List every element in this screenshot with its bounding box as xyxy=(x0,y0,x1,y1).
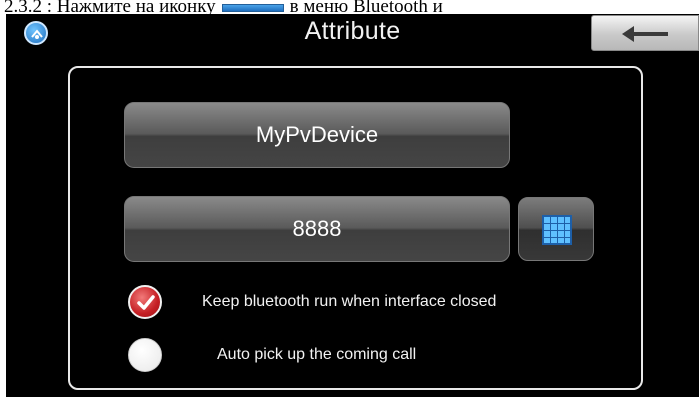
option-keep-bluetooth-run[interactable]: Keep bluetooth run when interface closed xyxy=(128,283,608,321)
attribute-panel: MyPvDevice 8888 Keep bluetooth run when … xyxy=(68,66,643,390)
option-auto-pickup[interactable]: Auto pick up the coming call xyxy=(128,336,528,374)
title-bar: Attribute xyxy=(6,14,699,54)
auto-pickup-checkbox[interactable] xyxy=(128,338,162,372)
keep-bluetooth-checkbox[interactable] xyxy=(128,285,162,319)
checkmark-icon xyxy=(137,295,155,310)
keep-bluetooth-label: Keep bluetooth run when interface closed xyxy=(202,293,497,310)
auto-pickup-label: Auto pick up the coming call xyxy=(217,346,417,363)
pin-code-label: 8888 xyxy=(292,216,342,241)
back-button[interactable] xyxy=(591,15,699,51)
device-name-label: MyPvDevice xyxy=(255,122,379,147)
keypad-button[interactable] xyxy=(518,197,594,261)
back-arrow-icon xyxy=(622,26,668,42)
bluetooth-settings-icon xyxy=(221,4,284,12)
device-name-button[interactable]: MyPvDevice xyxy=(124,102,510,168)
pin-code-button[interactable]: 8888 xyxy=(124,196,510,262)
keypad-icon xyxy=(542,215,572,245)
device-screen: Attribute MyPvDevice 8888 Keep bluetooth… xyxy=(6,14,699,397)
